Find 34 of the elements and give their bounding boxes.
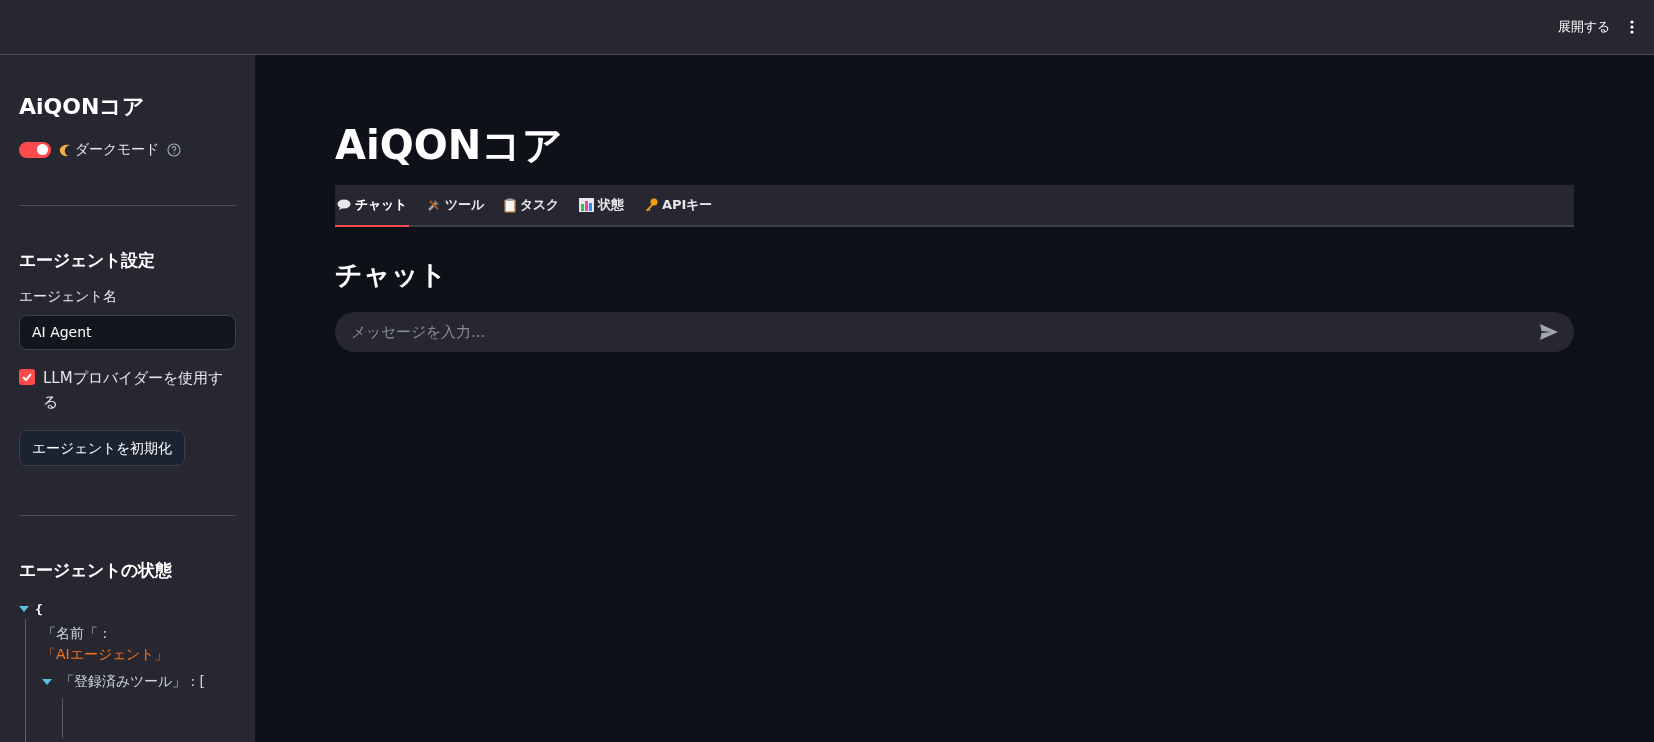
tab[interactable]: APIキー xyxy=(642,185,715,227)
key-icon xyxy=(644,198,658,212)
checkbox-label: LLMプロバイダーを使用する xyxy=(43,368,224,414)
dark-mode-label: ダークモード xyxy=(75,140,159,159)
tab[interactable]: ツール xyxy=(425,185,486,227)
sidebar-title: AiQONコア xyxy=(19,93,147,121)
checkbox[interactable] xyxy=(19,369,35,386)
page-title: AiQONコア xyxy=(335,125,565,165)
bar-chart-icon xyxy=(579,198,594,212)
section-heading: エージェント設定 xyxy=(19,249,156,272)
toggle-switch[interactable] xyxy=(19,141,51,158)
expand-button[interactable]: 展開する xyxy=(1558,17,1610,37)
tools-icon xyxy=(427,198,441,212)
chat-input[interactable]: メッセージを入力... xyxy=(335,311,1574,352)
speech-bubble-icon xyxy=(337,199,351,211)
json-value: 「AIエージェント」 xyxy=(42,645,169,664)
checkmark-icon xyxy=(22,373,32,382)
expand-caret-icon[interactable] xyxy=(19,606,29,613)
section-heading: エージェントの状態 xyxy=(19,559,173,582)
field-label: エージェント名 xyxy=(19,286,118,306)
tab[interactable]: 状態 xyxy=(577,185,626,227)
section-heading: チャット xyxy=(335,258,448,292)
json-key: 「名前「 : xyxy=(42,623,236,644)
send-icon[interactable] xyxy=(1540,323,1558,340)
more-icon[interactable] xyxy=(1630,20,1634,34)
tab[interactable]: タスク xyxy=(502,185,561,227)
expand-caret-icon[interactable] xyxy=(42,678,52,685)
json-bracket: { xyxy=(35,600,43,619)
clipboard-icon xyxy=(504,197,516,213)
help-icon[interactable] xyxy=(167,142,181,157)
initialize-button[interactable]: エージェントを初期化 xyxy=(19,430,185,466)
agent-name-field[interactable]: AI Agent xyxy=(19,314,236,351)
json-key: 「登録済みツール」 : [ xyxy=(60,671,206,692)
tab[interactable]: チャット xyxy=(335,185,409,227)
